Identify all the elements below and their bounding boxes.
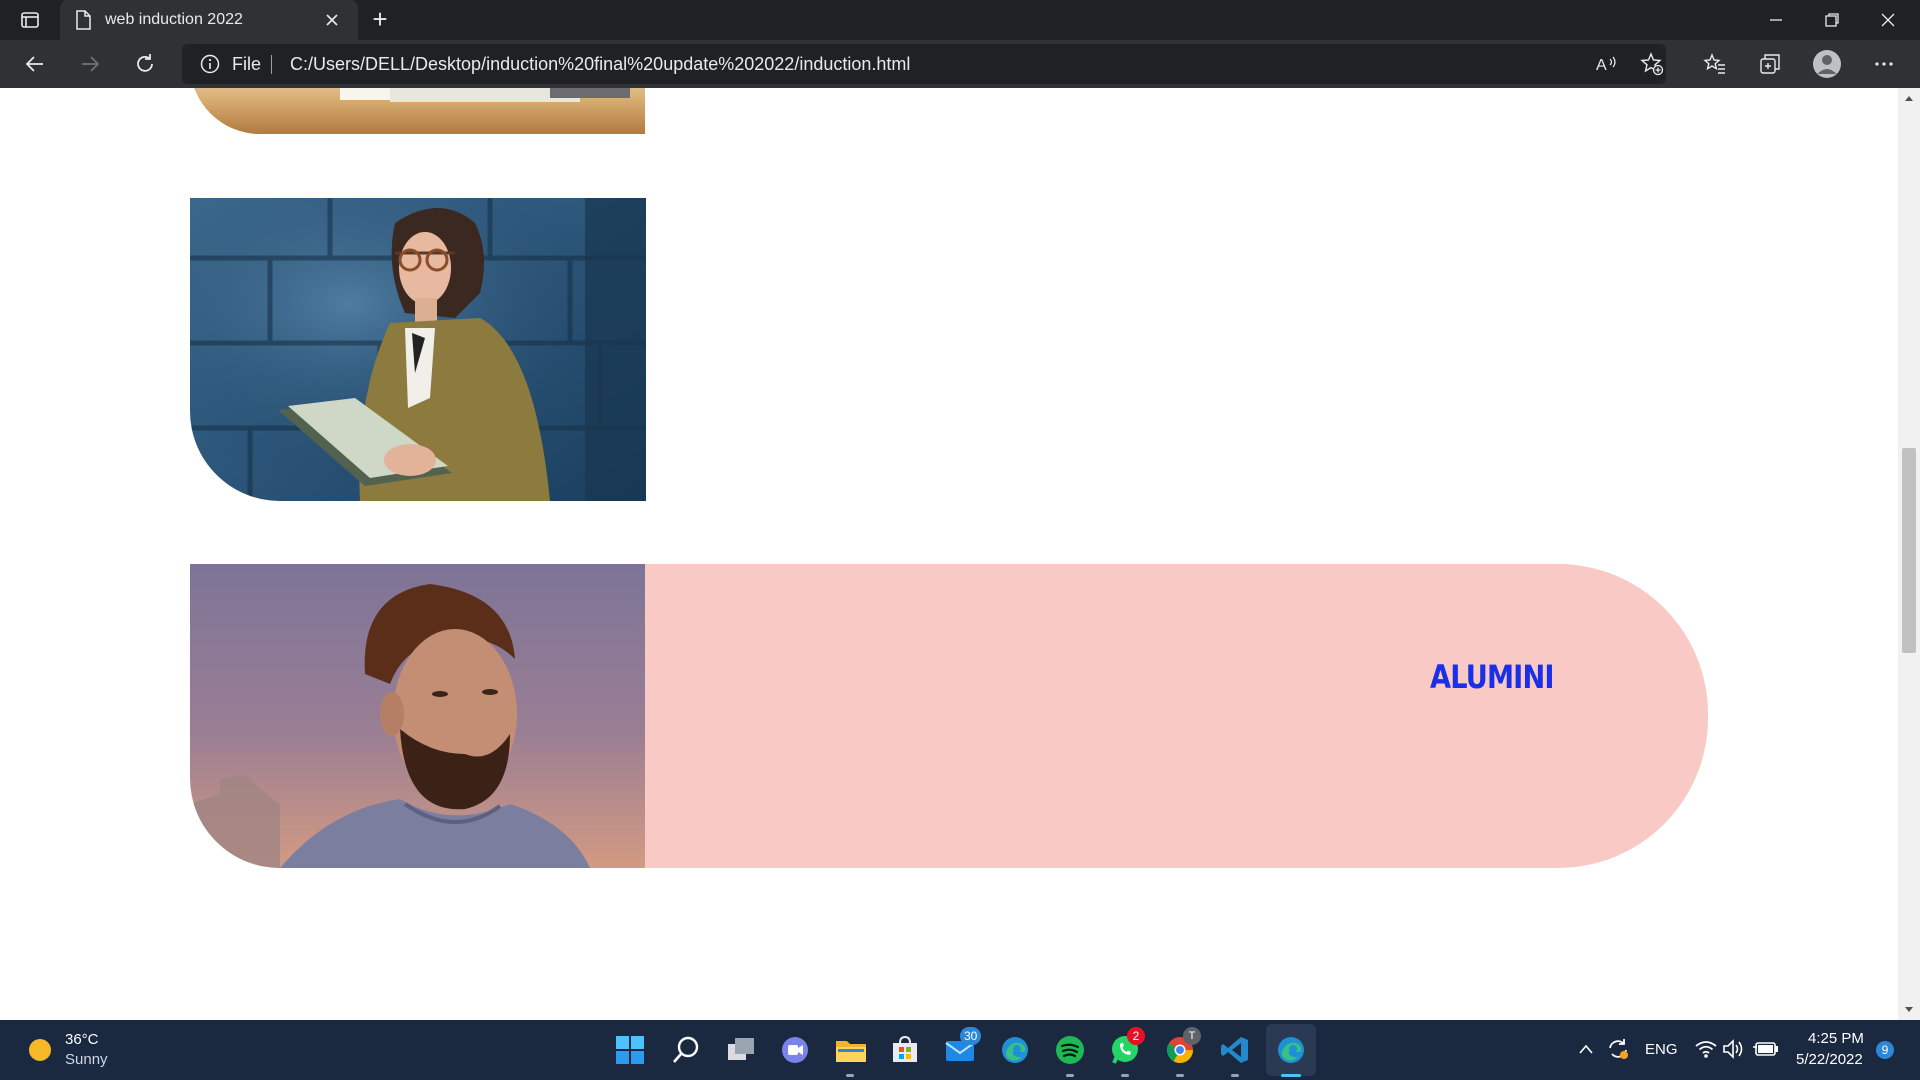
read-aloud-icon[interactable]: A: [1595, 53, 1619, 75]
weather-sun-icon[interactable]: [28, 1038, 52, 1062]
page-scrollbar[interactable]: [1898, 88, 1920, 1020]
collections-icon[interactable]: [1750, 44, 1790, 84]
file-explorer-icon[interactable]: [829, 1028, 873, 1072]
weather-temp[interactable]: 36°C: [65, 1031, 99, 1048]
task-view-icon[interactable]: [719, 1028, 763, 1072]
teams-chat-icon[interactable]: [773, 1028, 817, 1072]
back-icon[interactable]: [15, 44, 55, 84]
scroll-thumb[interactable]: [1902, 448, 1916, 653]
browser-tab-bar: web induction 2022 +: [0, 0, 1920, 40]
scheme-label: File: [232, 54, 262, 74]
page-viewport: ALUMINI: [0, 88, 1898, 1020]
new-tab-button[interactable]: +: [366, 6, 394, 34]
vscode-running-indicator: [1231, 1074, 1239, 1077]
microsoft-store-icon[interactable]: [883, 1028, 927, 1072]
volume-icon[interactable]: [1722, 1039, 1746, 1059]
add-favorite-icon[interactable]: [1640, 52, 1664, 76]
svg-text:A: A: [1596, 57, 1607, 74]
clock-time[interactable]: 4:25 PM: [1808, 1030, 1864, 1047]
url-text[interactable]: C:/Users/DELL/Desktop/induction%20final%…: [290, 54, 910, 75]
scroll-up-arrow-icon[interactable]: [1904, 94, 1914, 102]
more-menu-icon[interactable]: [1864, 44, 1904, 84]
clock-date[interactable]: 5/22/2022: [1796, 1051, 1863, 1068]
scroll-down-arrow-icon[interactable]: [1904, 1006, 1914, 1014]
explorer-running-indicator: [846, 1074, 854, 1077]
address-separator: [271, 55, 272, 74]
spotify-running-indicator: [1066, 1074, 1074, 1077]
address-bar[interactable]: File C:/Users/DELL/Desktop/induction%20f…: [182, 44, 1666, 84]
restore-icon[interactable]: [1804, 0, 1860, 40]
info-icon[interactable]: [200, 54, 220, 74]
profile-avatar-icon[interactable]: [1807, 44, 1847, 84]
battery-icon[interactable]: [1753, 1040, 1779, 1058]
sync-icon[interactable]: [1606, 1037, 1630, 1061]
search-icon[interactable]: [664, 1028, 708, 1072]
chevron-up-icon[interactable]: [1578, 1042, 1594, 1056]
alumini-title[interactable]: ALUMINI: [1430, 658, 1554, 696]
language-indicator[interactable]: ENG: [1645, 1041, 1678, 1058]
minimize-icon[interactable]: [1748, 0, 1804, 40]
favorites-icon[interactable]: [1695, 44, 1735, 84]
vscode-icon[interactable]: [1213, 1028, 1257, 1072]
close-window-icon[interactable]: [1860, 0, 1916, 40]
refresh-icon[interactable]: [125, 44, 165, 84]
whatsapp-badge: 2: [1127, 1027, 1145, 1045]
edge-active-icon[interactable]: [1269, 1028, 1313, 1072]
forward-icon[interactable]: [70, 44, 110, 84]
windows-taskbar: 36°C Sunny 30 2 T ENG 4:25 PM 5/22/2022 …: [0, 1020, 1920, 1080]
close-tab-icon[interactable]: [324, 12, 340, 28]
mail-badge: 30: [960, 1027, 982, 1045]
tab-actions-icon[interactable]: [14, 8, 46, 32]
browser-toolbar: File C:/Users/DELL/Desktop/induction%20f…: [0, 40, 1920, 88]
page-icon: [74, 10, 92, 30]
desk-photo: [190, 88, 645, 134]
chrome-running-indicator: [1176, 1074, 1184, 1077]
spotify-icon[interactable]: [1048, 1028, 1092, 1072]
notification-badge[interactable]: 9: [1876, 1041, 1894, 1059]
tab-title: web induction 2022: [105, 11, 243, 28]
whatsapp-running-indicator: [1121, 1074, 1129, 1077]
edge-icon[interactable]: [993, 1028, 1037, 1072]
active-tab[interactable]: web induction 2022: [60, 0, 358, 40]
wifi-icon[interactable]: [1695, 1039, 1717, 1059]
weather-desc[interactable]: Sunny: [65, 1051, 108, 1068]
edge-active-indicator: [1281, 1074, 1301, 1077]
chrome-profile-badge: T: [1183, 1027, 1201, 1045]
bearded-man-photo: [190, 564, 646, 868]
reading-woman-photo: [190, 198, 646, 501]
start-windows-icon[interactable]: [608, 1028, 652, 1072]
alumini-card[interactable]: ALUMINI: [645, 564, 1708, 868]
